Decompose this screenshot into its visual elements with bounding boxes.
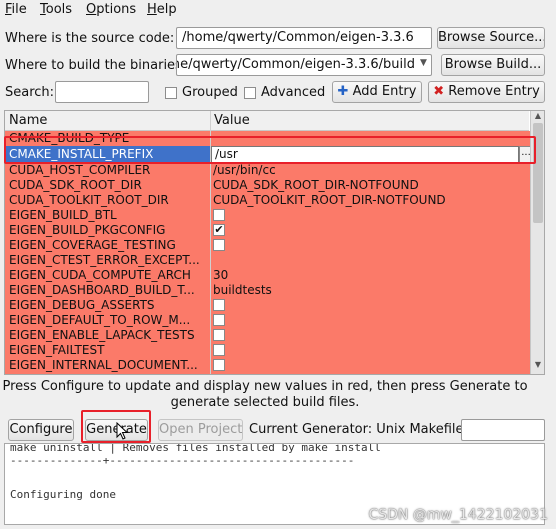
menu-tools[interactable]: Tools bbox=[40, 2, 72, 17]
table-row[interactable]: CUDA_HOST_COMPILER/usr/bin/cc bbox=[5, 163, 531, 178]
cache-entry-checkbox[interactable] bbox=[213, 344, 225, 356]
cache-entry-checkbox[interactable] bbox=[213, 299, 225, 311]
cache-entry-name: EIGEN_FAILTEST bbox=[9, 343, 105, 357]
cache-entry-name: CMAKE_BUILD_TYPE bbox=[9, 131, 130, 145]
plus-icon: ✚ bbox=[337, 84, 349, 99]
vertical-scrollbar[interactable]: ▲ ▼ bbox=[530, 111, 544, 374]
menu-file[interactable]: File bbox=[5, 2, 27, 17]
cache-entry-name: EIGEN_NO_ASSERTION_CHEC... bbox=[9, 373, 207, 374]
cache-entry-value[interactable]: CUDA_TOOLKIT_ROOT_DIR-NOTFOUND bbox=[213, 193, 446, 208]
watermark: CSDN @mw_1422102031 bbox=[368, 507, 548, 523]
remove-icon: ✖ bbox=[433, 84, 445, 99]
menu-bar: File Tools Options Help bbox=[0, 0, 556, 22]
table-row[interactable]: EIGEN_DEFAULT_TO_ROW_M... bbox=[5, 313, 531, 328]
cache-entry-name: EIGEN_CUDA_COMPUTE_ARCH bbox=[9, 268, 191, 282]
log-line: Configuring done bbox=[10, 488, 116, 501]
table-row[interactable]: CUDA_SDK_ROOT_DIR CUDA_SDK_ROOT_DIR-NOTFO… bbox=[5, 178, 531, 193]
add-entry-label: Add Entry bbox=[352, 84, 417, 99]
log-line: make uninstall | Removes files installed… bbox=[10, 443, 381, 454]
cache-entry-name: EIGEN_BUILD_BTL bbox=[9, 208, 117, 222]
cache-entry-name: EIGEN_DASHBOARD_BUILD_T... bbox=[9, 283, 195, 297]
cache-entry-checkbox[interactable] bbox=[213, 314, 225, 326]
current-generator-label: Current Generator: Unix Makefiles bbox=[249, 422, 471, 437]
table-row[interactable]: EIGEN_BUILD_BTL bbox=[5, 208, 531, 223]
cache-entry-name: CUDA_TOOLKIT_ROOT_DIR bbox=[9, 193, 169, 207]
cache-entry-name: EIGEN_DEFAULT_TO_ROW_M... bbox=[9, 313, 191, 327]
configure-button[interactable]: Configure bbox=[8, 419, 74, 441]
build-label: Where to build the binaries: bbox=[5, 58, 187, 73]
advanced-label: Advanced bbox=[261, 85, 326, 100]
search-label: Search: bbox=[5, 85, 55, 100]
generator-extra-field[interactable] bbox=[461, 419, 545, 441]
source-path-input[interactable]: /home/qwerty/Common/eigen-3.3.6 bbox=[176, 27, 432, 49]
table-row[interactable]: EIGEN_ENABLE_LAPACK_TESTS bbox=[5, 328, 531, 343]
table-row[interactable]: EIGEN_COVERAGE_TESTING bbox=[5, 238, 531, 253]
configure-hint: Press Configure to update and display ne… bbox=[2, 379, 528, 410]
source-label: Where is the source code: bbox=[5, 31, 175, 46]
table-row[interactable]: EIGEN_DEBUG_ASSERTS bbox=[5, 298, 531, 313]
table-header: Name Value bbox=[5, 111, 529, 131]
menu-help[interactable]: Help bbox=[147, 2, 177, 17]
table-row[interactable]: CMAKE_INSTALL_PREFIX/usr... bbox=[5, 146, 533, 163]
grouped-label: Grouped bbox=[182, 85, 238, 100]
cache-entry-value[interactable]: 30 bbox=[213, 268, 228, 283]
cache-entry-name: CMAKE_INSTALL_PREFIX bbox=[9, 147, 154, 161]
cache-entry-name: EIGEN_COVERAGE_TESTING bbox=[9, 238, 176, 252]
scrollbar-thumb[interactable] bbox=[533, 123, 543, 223]
cache-entry-name: EIGEN_INTERNAL_DOCUMENT... bbox=[9, 358, 198, 372]
cache-entry-checkbox[interactable] bbox=[213, 239, 225, 251]
table-row[interactable]: EIGEN_FAILTEST bbox=[5, 343, 531, 358]
menu-options[interactable]: Options bbox=[86, 2, 136, 17]
cache-entry-value[interactable]: CUDA_SDK_ROOT_DIR-NOTFOUND bbox=[213, 178, 419, 193]
scroll-down-icon[interactable]: ▼ bbox=[532, 360, 544, 372]
scroll-up-icon[interactable]: ▲ bbox=[532, 111, 544, 123]
cache-entry-name: EIGEN_BUILD_PKGCONFIG bbox=[9, 223, 166, 237]
cache-entry-name: EIGEN_DEBUG_ASSERTS bbox=[9, 298, 155, 312]
table-row[interactable]: EIGEN_CUDA_COMPUTE_ARCH 30 bbox=[5, 268, 531, 283]
build-path-value: /home/qwerty/Common/eigen-3.3.6/build bbox=[177, 57, 415, 72]
advanced-checkbox[interactable] bbox=[244, 87, 256, 99]
cache-entry-name: EIGEN_ENABLE_LAPACK_TESTS bbox=[9, 328, 195, 342]
cache-entry-checkbox[interactable]: ✔ bbox=[213, 224, 225, 236]
open-project-button[interactable]: Open Project bbox=[158, 419, 243, 441]
cache-table: Name Value CMAKE_BUILD_TYPE CMAKE_INSTALL… bbox=[4, 110, 545, 375]
cache-entry-name: CUDA_SDK_ROOT_DIR bbox=[9, 178, 142, 192]
install-prefix-input[interactable]: /usr bbox=[211, 146, 519, 163]
table-row[interactable]: EIGEN_BUILD_PKGCONFIG ✔ bbox=[5, 223, 531, 238]
cache-entry-checkbox[interactable] bbox=[213, 209, 225, 221]
mouse-cursor-icon bbox=[116, 422, 128, 440]
cache-entry-value[interactable]: buildtests bbox=[213, 283, 272, 298]
cache-entry-name: CUDA_HOST_COMPILER bbox=[9, 163, 151, 177]
browse-source-button[interactable]: Browse Source... bbox=[437, 27, 545, 49]
chevron-down-icon: ▼ bbox=[420, 58, 427, 68]
cache-entry-checkbox[interactable] bbox=[213, 359, 225, 371]
table-row[interactable]: EIGEN_DASHBOARD_BUILD_T... buildtests bbox=[5, 283, 531, 298]
cache-entry-name: EIGEN_CTEST_ERROR_EXCEPT... bbox=[9, 253, 200, 267]
cache-entry-checkbox[interactable] bbox=[213, 329, 225, 341]
add-entry-button[interactable]: ✚ Add Entry bbox=[332, 81, 422, 103]
column-header-name[interactable]: Name bbox=[9, 113, 47, 128]
search-input[interactable] bbox=[55, 81, 149, 103]
remove-entry-label: Remove Entry bbox=[448, 84, 540, 99]
column-header-value[interactable]: Value bbox=[214, 113, 250, 128]
cache-entry-value[interactable]: /usr/bin/cc bbox=[213, 163, 276, 178]
table-row[interactable]: EIGEN_INTERNAL_DOCUMENT... bbox=[5, 358, 531, 373]
column-divider bbox=[210, 111, 211, 374]
log-line: --------------+-------------------------… bbox=[10, 454, 355, 467]
table-row[interactable]: EIGEN_CTEST_ERROR_EXCEPT... bbox=[5, 253, 531, 268]
table-row[interactable]: CUDA_TOOLKIT_ROOT_DIR CUDA_TOOLKIT_ROOT_D… bbox=[5, 193, 531, 208]
browse-build-button[interactable]: Browse Build... bbox=[441, 54, 545, 76]
grouped-checkbox[interactable] bbox=[165, 87, 177, 99]
table-row[interactable]: CMAKE_BUILD_TYPE bbox=[5, 131, 531, 146]
remove-entry-button[interactable]: ✖ Remove Entry bbox=[428, 81, 545, 103]
table-row[interactable]: EIGEN_NO_ASSERTION_CHEC... bbox=[5, 373, 531, 375]
build-path-combo[interactable]: /home/qwerty/Common/eigen-3.3.6/build bbox=[176, 54, 432, 76]
cache-entry-checkbox[interactable] bbox=[213, 374, 225, 375]
